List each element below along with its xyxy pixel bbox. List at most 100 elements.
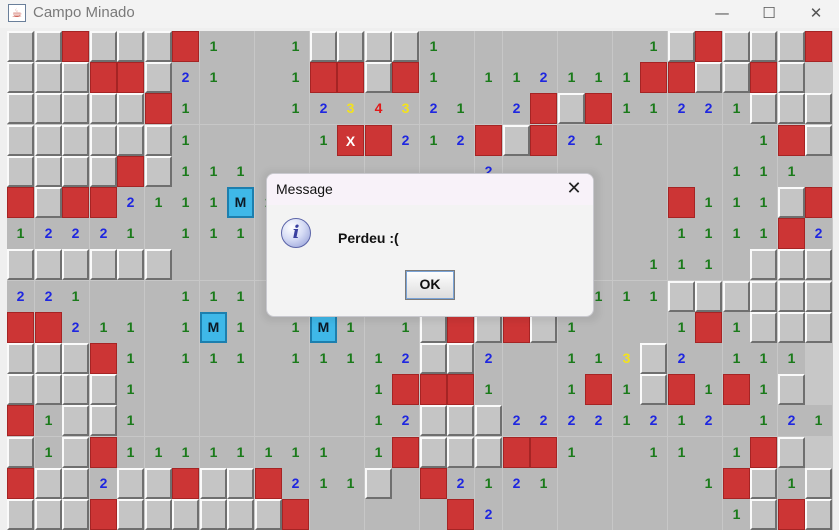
unrevealed-tile[interactable] <box>145 62 172 93</box>
unrevealed-tile[interactable] <box>310 31 337 62</box>
flagged-tile[interactable] <box>90 499 117 530</box>
unrevealed-tile[interactable] <box>750 31 777 62</box>
unrevealed-tile[interactable] <box>35 249 62 280</box>
flagged-tile[interactable] <box>447 499 474 530</box>
unrevealed-tile[interactable] <box>778 374 805 405</box>
flagged-tile[interactable] <box>750 437 777 468</box>
flagged-tile[interactable] <box>695 312 722 343</box>
flagged-tile[interactable] <box>7 405 34 436</box>
flagged-tile[interactable] <box>255 468 282 499</box>
flagged-tile[interactable] <box>778 499 805 530</box>
unrevealed-tile[interactable] <box>668 31 695 62</box>
unrevealed-tile[interactable] <box>145 499 172 530</box>
flagged-tile[interactable] <box>7 468 34 499</box>
unrevealed-tile[interactable] <box>750 281 777 312</box>
flagged-tile[interactable] <box>585 93 612 124</box>
flagged-tile[interactable] <box>530 125 557 156</box>
unrevealed-tile[interactable] <box>805 312 832 343</box>
flagged-tile[interactable] <box>392 437 419 468</box>
unrevealed-tile[interactable] <box>695 281 722 312</box>
unrevealed-tile[interactable] <box>145 125 172 156</box>
unrevealed-tile[interactable] <box>640 374 667 405</box>
unrevealed-tile[interactable] <box>62 405 89 436</box>
unrevealed-tile[interactable] <box>145 31 172 62</box>
unrevealed-tile[interactable] <box>805 93 832 124</box>
flagged-tile[interactable] <box>668 62 695 93</box>
flagged-tile[interactable] <box>172 31 199 62</box>
flagged-tile[interactable] <box>282 499 309 530</box>
flagged-tile[interactable] <box>35 312 62 343</box>
unrevealed-tile[interactable] <box>778 437 805 468</box>
flagged-tile[interactable] <box>365 125 392 156</box>
unrevealed-tile[interactable] <box>90 374 117 405</box>
flagged-tile[interactable] <box>805 187 832 218</box>
flagged-tile[interactable] <box>805 31 832 62</box>
unrevealed-tile[interactable] <box>35 31 62 62</box>
ok-button[interactable]: OK <box>405 270 455 300</box>
unrevealed-tile[interactable] <box>62 125 89 156</box>
unrevealed-tile[interactable] <box>117 31 144 62</box>
flagged-tile[interactable] <box>392 374 419 405</box>
unrevealed-tile[interactable] <box>117 125 144 156</box>
flagged-tile[interactable] <box>7 187 34 218</box>
unrevealed-tile[interactable] <box>7 31 34 62</box>
unrevealed-tile[interactable] <box>778 187 805 218</box>
unrevealed-tile[interactable] <box>62 343 89 374</box>
unrevealed-tile[interactable] <box>723 62 750 93</box>
flagged-tile[interactable] <box>7 312 34 343</box>
unrevealed-tile[interactable] <box>805 249 832 280</box>
flagged-tile[interactable] <box>90 187 117 218</box>
flagged-tile[interactable] <box>117 62 144 93</box>
unrevealed-tile[interactable] <box>750 468 777 499</box>
unrevealed-tile[interactable] <box>778 93 805 124</box>
unrevealed-tile[interactable] <box>62 156 89 187</box>
unrevealed-tile[interactable] <box>62 437 89 468</box>
flagged-tile[interactable] <box>750 62 777 93</box>
unrevealed-tile[interactable] <box>7 374 34 405</box>
unrevealed-tile[interactable] <box>145 468 172 499</box>
exploded-mine-tile[interactable]: X <box>337 125 364 156</box>
unrevealed-tile[interactable] <box>558 93 585 124</box>
unrevealed-tile[interactable] <box>62 374 89 405</box>
flagged-tile[interactable] <box>310 62 337 93</box>
unrevealed-tile[interactable] <box>365 62 392 93</box>
unrevealed-tile[interactable] <box>778 62 805 93</box>
unrevealed-tile[interactable] <box>668 281 695 312</box>
unrevealed-tile[interactable] <box>750 499 777 530</box>
unrevealed-tile[interactable] <box>90 93 117 124</box>
unrevealed-tile[interactable] <box>750 249 777 280</box>
unrevealed-tile[interactable] <box>475 437 502 468</box>
dialog-close-icon[interactable]: ✕ <box>563 178 585 200</box>
unrevealed-tile[interactable] <box>420 437 447 468</box>
unrevealed-tile[interactable] <box>750 93 777 124</box>
unrevealed-tile[interactable] <box>145 156 172 187</box>
flagged-tile[interactable] <box>530 437 557 468</box>
unrevealed-tile[interactable] <box>447 343 474 374</box>
flagged-tile[interactable] <box>723 468 750 499</box>
unrevealed-tile[interactable] <box>723 281 750 312</box>
unrevealed-tile[interactable] <box>7 156 34 187</box>
unrevealed-tile[interactable] <box>62 499 89 530</box>
unrevealed-tile[interactable] <box>145 249 172 280</box>
flagged-tile[interactable] <box>723 374 750 405</box>
unrevealed-tile[interactable] <box>35 62 62 93</box>
minimize-button[interactable]: — <box>699 0 745 28</box>
unrevealed-tile[interactable] <box>117 499 144 530</box>
unrevealed-tile[interactable] <box>90 156 117 187</box>
unrevealed-tile[interactable] <box>90 125 117 156</box>
flagged-tile[interactable] <box>145 93 172 124</box>
unrevealed-tile[interactable] <box>117 468 144 499</box>
unrevealed-tile[interactable] <box>35 343 62 374</box>
close-button[interactable]: ✕ <box>793 0 839 28</box>
unrevealed-tile[interactable] <box>778 31 805 62</box>
flagged-tile[interactable] <box>778 125 805 156</box>
unrevealed-tile[interactable] <box>90 31 117 62</box>
unrevealed-tile[interactable] <box>62 468 89 499</box>
unrevealed-tile[interactable] <box>90 405 117 436</box>
unrevealed-tile[interactable] <box>117 93 144 124</box>
mine-tile[interactable]: M <box>227 187 254 218</box>
unrevealed-tile[interactable] <box>117 249 144 280</box>
flagged-tile[interactable] <box>640 62 667 93</box>
flagged-tile[interactable] <box>90 343 117 374</box>
unrevealed-tile[interactable] <box>35 125 62 156</box>
